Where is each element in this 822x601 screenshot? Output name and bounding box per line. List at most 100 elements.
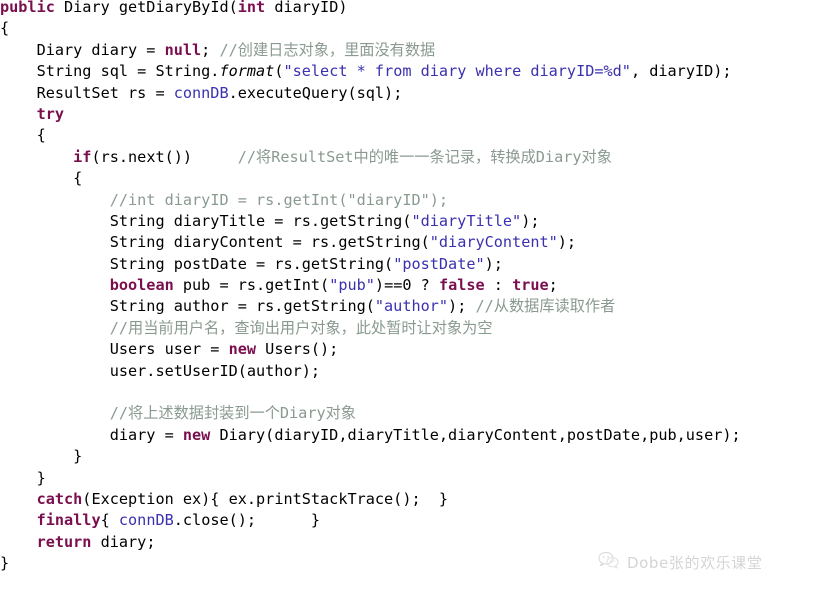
code-token: ResultSet rs = bbox=[0, 83, 174, 102]
code-token: //将ResultSet中的唯一一条记录，转换成Diary对象 bbox=[237, 147, 612, 166]
code-token: diary; bbox=[91, 532, 156, 551]
code-token: if bbox=[73, 147, 92, 166]
code-line: String diaryContent = rs.getString("diar… bbox=[0, 232, 822, 253]
code-token: try bbox=[36, 104, 65, 123]
code-token: finally bbox=[36, 511, 101, 530]
code-line: { bbox=[0, 168, 822, 189]
code-line: public Diary getDiaryById(int diaryID) bbox=[0, 0, 822, 18]
code-token: ); bbox=[521, 211, 540, 230]
code-token: ; bbox=[548, 276, 558, 295]
code-token: )==0 ? bbox=[374, 276, 439, 295]
code-line: { bbox=[0, 18, 822, 39]
code-token: user.setUserID(author); bbox=[0, 361, 321, 380]
code-token: ); bbox=[448, 297, 476, 316]
code-line: boolean pub = rs.getInt("pub")==0 ? fals… bbox=[0, 275, 822, 296]
code-token: boolean bbox=[109, 276, 174, 295]
code-line: //用当前用户名，查询出用户对象，此处暂时让对象为空 bbox=[0, 318, 822, 339]
code-line: String author = rs.getString("author"); … bbox=[0, 296, 822, 317]
code-token: .executeQuery(sql); bbox=[228, 83, 403, 102]
code-editor-content[interactable]: public Diary getDiaryById(int diaryID){ … bbox=[0, 0, 822, 575]
code-line: { bbox=[0, 125, 822, 146]
code-line: catch(Exception ex){ ex.printStackTrace(… bbox=[0, 489, 822, 510]
code-token: ); bbox=[484, 254, 503, 273]
code-token: String diaryTitle = rs.getString( bbox=[0, 211, 412, 230]
code-token: pub = rs.getInt( bbox=[173, 276, 330, 295]
code-line: String postDate = rs.getString("postDate… bbox=[0, 254, 822, 275]
code-token: int bbox=[237, 0, 266, 16]
code-line: finally{ connDB.close(); } bbox=[0, 510, 822, 531]
code-token: "select * from diary where diaryID=%d" bbox=[283, 62, 631, 81]
code-line: return diary; bbox=[0, 532, 822, 553]
code-line: //将上述数据封装到一个Diary对象 bbox=[0, 403, 822, 424]
code-token: "postDate" bbox=[393, 254, 485, 273]
code-token: { bbox=[0, 126, 46, 145]
code-token: return bbox=[36, 532, 92, 551]
code-token: diaryID) bbox=[265, 0, 348, 16]
code-token: (rs.next()) bbox=[91, 147, 238, 166]
code-token: ); bbox=[557, 233, 577, 252]
code-line: try bbox=[0, 104, 822, 125]
code-token: "diaryContent" bbox=[429, 233, 558, 252]
code-token: { bbox=[100, 511, 119, 530]
code-line: //int diaryID = rs.getInt("diaryID"); bbox=[0, 190, 822, 211]
code-token: } bbox=[0, 468, 46, 487]
code-token: } bbox=[0, 447, 83, 466]
code-token: Users(); bbox=[256, 340, 339, 359]
code-token: catch bbox=[36, 489, 83, 508]
code-line: String sql = String.format("select * fro… bbox=[0, 61, 822, 82]
code-token: String postDate = rs.getString( bbox=[0, 254, 394, 273]
code-line: Diary diary = null; //创建日志对象，里面没有数据 bbox=[0, 40, 822, 61]
code-token: : bbox=[484, 276, 513, 295]
code-line: if(rs.next()) //将ResultSet中的唯一一条记录，转换成Di… bbox=[0, 147, 822, 168]
code-token: format bbox=[219, 62, 275, 81]
code-line: user.setUserID(author); bbox=[0, 361, 822, 382]
code-token: Diary diary = bbox=[0, 40, 165, 59]
code-token: ; bbox=[201, 40, 220, 59]
code-token: //将上述数据封装到一个Diary对象 bbox=[109, 404, 356, 423]
code-token: Users user = bbox=[0, 340, 229, 359]
code-line: ResultSet rs = connDB.executeQuery(sql); bbox=[0, 83, 822, 104]
code-token: //从数据库读取作者 bbox=[475, 297, 616, 316]
code-token: public bbox=[0, 0, 55, 16]
code-line: } bbox=[0, 468, 822, 489]
code-line: Users user = new Users(); bbox=[0, 339, 822, 360]
code-line: String diaryTitle = rs.getString("diaryT… bbox=[0, 211, 822, 232]
code-token: { bbox=[0, 169, 83, 188]
code-token: null bbox=[164, 40, 202, 59]
code-token: "diaryTitle" bbox=[411, 211, 522, 230]
code-token: String author = rs.getString( bbox=[0, 297, 375, 316]
code-token: String sql = String. bbox=[0, 62, 220, 81]
code-token: true bbox=[512, 276, 549, 295]
code-line: } bbox=[0, 446, 822, 467]
code-token: connDB bbox=[118, 511, 174, 530]
code-line: } bbox=[0, 553, 822, 574]
code-token: { bbox=[0, 19, 10, 38]
code-token: new bbox=[228, 340, 257, 359]
code-token: , diaryID); bbox=[630, 62, 732, 81]
code-screenshot: public Diary getDiaryById(int diaryID){ … bbox=[0, 0, 822, 601]
code-token: //用当前用户名，查询出用户对象，此处暂时让对象为空 bbox=[109, 318, 493, 337]
code-token: diary = bbox=[0, 425, 183, 444]
code-line: diary = new Diary(diaryID,diaryTitle,dia… bbox=[0, 425, 822, 446]
code-token: .close(); } bbox=[173, 511, 321, 530]
code-token: String diaryContent = rs.getString( bbox=[0, 233, 430, 252]
code-token: (Exception ex){ ex.printStackTrace(); } bbox=[82, 489, 449, 508]
code-token: } bbox=[0, 554, 10, 573]
code-token: false bbox=[438, 276, 485, 295]
code-token: Diary(diaryID,diaryTitle,diaryContent,po… bbox=[210, 425, 741, 444]
code-token: //创建日志对象，里面没有数据 bbox=[219, 40, 436, 59]
code-token: connDB bbox=[173, 83, 229, 102]
code-token: "pub" bbox=[329, 276, 375, 295]
code-token: "author" bbox=[374, 297, 449, 316]
code-token: new bbox=[182, 425, 211, 444]
